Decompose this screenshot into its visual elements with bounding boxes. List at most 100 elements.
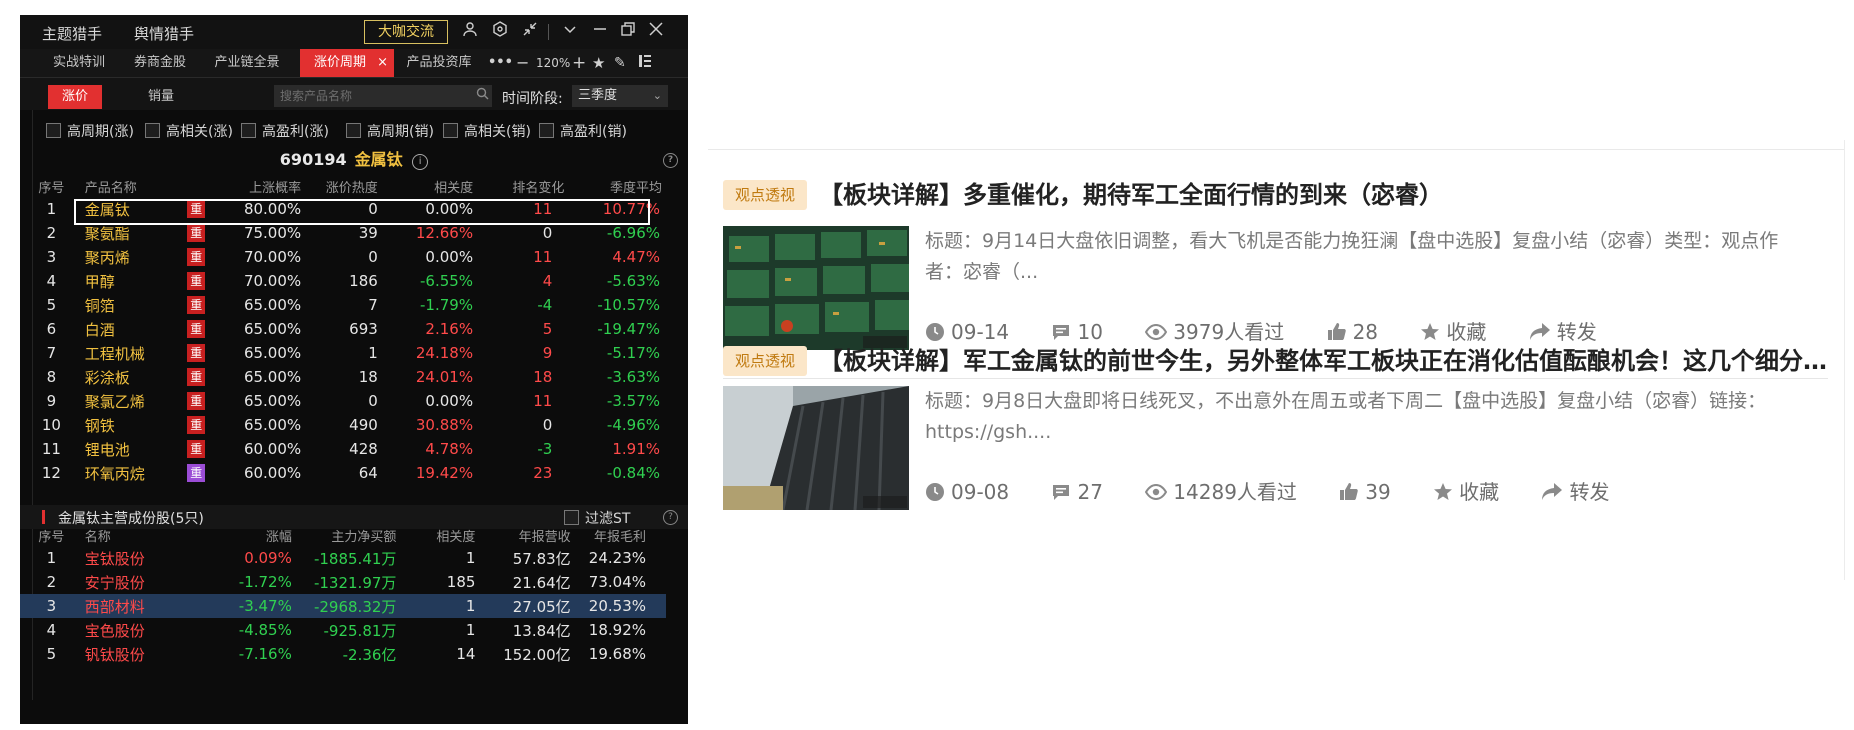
product-name[interactable]: 彩涂板 <box>83 365 188 389</box>
table-row[interactable]: 3 聚丙烯重 70.00% 0 0.00% 11 4.47% <box>20 245 666 269</box>
table-row[interactable]: 1 宝钛股份 0.09% -1885.41万 1 57.83亿 24.23% <box>20 546 666 570</box>
column-header[interactable]: 上涨概率 <box>218 175 301 197</box>
product-name[interactable]: 环氧丙烷 <box>83 461 188 485</box>
favorite-button[interactable]: 收藏 <box>1420 316 1504 345</box>
product-name[interactable]: 工程机械 <box>83 341 188 365</box>
stock-name[interactable]: 西部材料 <box>82 594 211 618</box>
more-icon[interactable]: ••• <box>488 54 513 72</box>
user-icon[interactable] <box>460 21 480 41</box>
tab-product-library[interactable]: 产品投资库 <box>394 49 484 77</box>
product-name[interactable]: 铜箔 <box>83 293 188 317</box>
product-name[interactable]: 甲醇 <box>83 269 188 293</box>
stock-name[interactable]: 钒钛股份 <box>83 642 211 666</box>
tab-theme-hunter[interactable]: 主题猎手 <box>42 23 102 44</box>
tab-training[interactable]: 实战特训 <box>40 49 118 77</box>
table-row[interactable]: 11 锂电池重 60.00% 428 4.78% -3 1.91% <box>20 437 666 461</box>
checkbox-high-corr-rise[interactable]: 高相关(涨) <box>145 121 233 141</box>
column-header[interactable]: 产品名称 <box>83 175 188 197</box>
news-thumbnail[interactable] <box>723 386 909 510</box>
stock-name[interactable]: 安宁股份 <box>83 570 211 594</box>
help-icon[interactable]: ? <box>663 153 678 168</box>
checkbox-box[interactable] <box>443 123 458 138</box>
table-row[interactable]: 5 钒钛股份 -7.16% -2.36亿 14 152.00亿 19.68% <box>20 642 666 666</box>
column-header[interactable]: 涨幅 <box>211 524 292 546</box>
tab-price-cycle[interactable]: 涨价周期 × <box>300 49 394 77</box>
column-header[interactable]: 年报毛利 <box>571 524 666 546</box>
column-header[interactable]: 排名变化 <box>473 175 568 197</box>
product-name[interactable]: 白酒 <box>83 317 188 341</box>
column-header[interactable]: 序号 <box>20 175 83 197</box>
checkbox-high-cycle-sales[interactable]: 高周期(销) <box>346 121 434 141</box>
share-button[interactable]: 转发 <box>1529 316 1615 345</box>
share-button[interactable]: 转发 <box>1541 476 1627 505</box>
column-header[interactable]: 季度平均 <box>568 175 666 197</box>
news-title[interactable]: 【板块详解】军工金属钛的前世今生，另外整体军工板块正在消化估值酝酿机会！这几个细… <box>819 346 1829 376</box>
checkbox-box[interactable] <box>145 123 160 138</box>
tab-close-icon[interactable]: × <box>377 49 388 77</box>
column-header[interactable]: 涨价热度 <box>301 175 378 197</box>
zoom-in-icon[interactable]: + <box>572 54 586 72</box>
news-thumbnail[interactable] <box>723 226 909 350</box>
info-icon[interactable]: i <box>412 154 429 170</box>
checkbox-label: 高周期(销) <box>367 124 434 140</box>
table-row[interactable]: 5 铜箔重 65.00% 7 -1.79% -4 -10.57% <box>20 293 666 317</box>
table-row[interactable]: 7 工程机械重 65.00% 1 24.18% 9 -5.17% <box>20 341 666 365</box>
news-title[interactable]: 【板块详解】多重催化，期待军工全面行情的到来（宓睿） <box>819 180 1829 210</box>
checkbox-box[interactable] <box>241 123 256 138</box>
table-row[interactable]: 10 钢铁重 65.00% 490 30.88% 0 -4.96% <box>20 413 666 437</box>
sales-toggle[interactable]: 销量 <box>136 85 186 109</box>
table-row[interactable]: 9 聚氯乙烯重 65.00% 0 0.00% 11 -3.57% <box>20 389 666 413</box>
checkbox-high-profit-sales[interactable]: 高盈利(销) <box>539 121 627 141</box>
column-header[interactable]: 序号 <box>20 524 83 546</box>
tab-industry-chain[interactable]: 产业链全景 <box>200 49 294 77</box>
close-icon[interactable] <box>646 21 666 41</box>
stage-select[interactable]: 三季度 ⌄ <box>572 85 668 107</box>
product-search-input[interactable] <box>274 85 492 107</box>
tab-sentiment-hunter[interactable]: 舆情猎手 <box>134 23 194 44</box>
table-row[interactable]: 4 宝色股份 -4.85% -925.81万 1 13.84亿 18.92% <box>20 618 666 642</box>
comment-button[interactable]: 27 <box>1051 480 1120 504</box>
star-icon[interactable]: ★ <box>592 54 605 72</box>
column-header[interactable]: 年报营收 <box>475 524 571 546</box>
price-rise-toggle[interactable]: 涨价 <box>48 85 102 109</box>
layout-icon[interactable] <box>638 54 652 72</box>
checkbox-high-cycle-rise[interactable]: 高周期(涨) <box>46 121 134 141</box>
table-row[interactable]: 2 安宁股份 -1.72% -1321.97万 185 21.64亿 73.04% <box>20 570 666 594</box>
column-header[interactable]: 名称 <box>83 524 211 546</box>
settings-icon[interactable] <box>490 21 510 41</box>
comment-button[interactable]: 10 <box>1051 320 1120 344</box>
checkbox-box[interactable] <box>346 123 361 138</box>
product-name[interactable]: 聚丙烯 <box>83 245 188 269</box>
checkbox-box[interactable] <box>46 123 61 138</box>
checkbox-high-corr-sales[interactable]: 高相关(销) <box>443 121 531 141</box>
expert-chat-button[interactable]: 大咖交流 <box>364 20 448 44</box>
chevron-down-icon[interactable] <box>560 21 580 41</box>
like-button[interactable]: 28 <box>1327 320 1396 344</box>
edit-icon[interactable]: ✎ <box>614 54 626 72</box>
search-icon[interactable] <box>476 87 489 104</box>
stock-name[interactable]: 宝钛股份 <box>83 546 211 570</box>
stock-name[interactable]: 宝色股份 <box>83 618 211 642</box>
collapse-icon[interactable] <box>520 21 540 41</box>
checkbox-box[interactable] <box>539 123 554 138</box>
checkbox-high-profit-rise[interactable]: 高盈利(涨) <box>241 121 329 141</box>
product-name[interactable]: 锂电池 <box>83 437 188 461</box>
table-row[interactable]: 8 彩涂板重 65.00% 18 24.01% 18 -3.63% <box>20 365 666 389</box>
tab-broker-stocks[interactable]: 券商金股 <box>120 49 200 77</box>
favorite-button[interactable]: 收藏 <box>1433 476 1517 505</box>
table-row[interactable]: 3 西部材料 -3.47% -2968.32万 1 27.05亿 20.53% <box>20 594 666 618</box>
restore-icon[interactable] <box>618 21 638 41</box>
like-button[interactable]: 39 <box>1339 480 1408 504</box>
checkbox-box[interactable] <box>564 510 579 525</box>
table-row[interactable]: 12 环氧丙烷重 60.00% 64 19.42% 23 -0.84% <box>20 461 666 485</box>
table-row[interactable]: 4 甲醇重 70.00% 186 -6.55% 4 -5.63% <box>20 269 666 293</box>
help-icon[interactable]: ? <box>663 510 678 525</box>
column-header[interactable]: 主力净买额 <box>292 524 396 546</box>
product-name[interactable]: 钢铁 <box>83 413 188 437</box>
table-row[interactable]: 6 白酒重 65.00% 693 2.16% 5 -19.47% <box>20 317 666 341</box>
minimize-icon[interactable] <box>590 21 610 41</box>
product-name[interactable]: 聚氯乙烯 <box>83 389 188 413</box>
zoom-out-icon[interactable]: − <box>516 54 529 72</box>
column-header[interactable]: 相关度 <box>378 175 473 197</box>
column-header[interactable]: 相关度 <box>396 524 475 546</box>
